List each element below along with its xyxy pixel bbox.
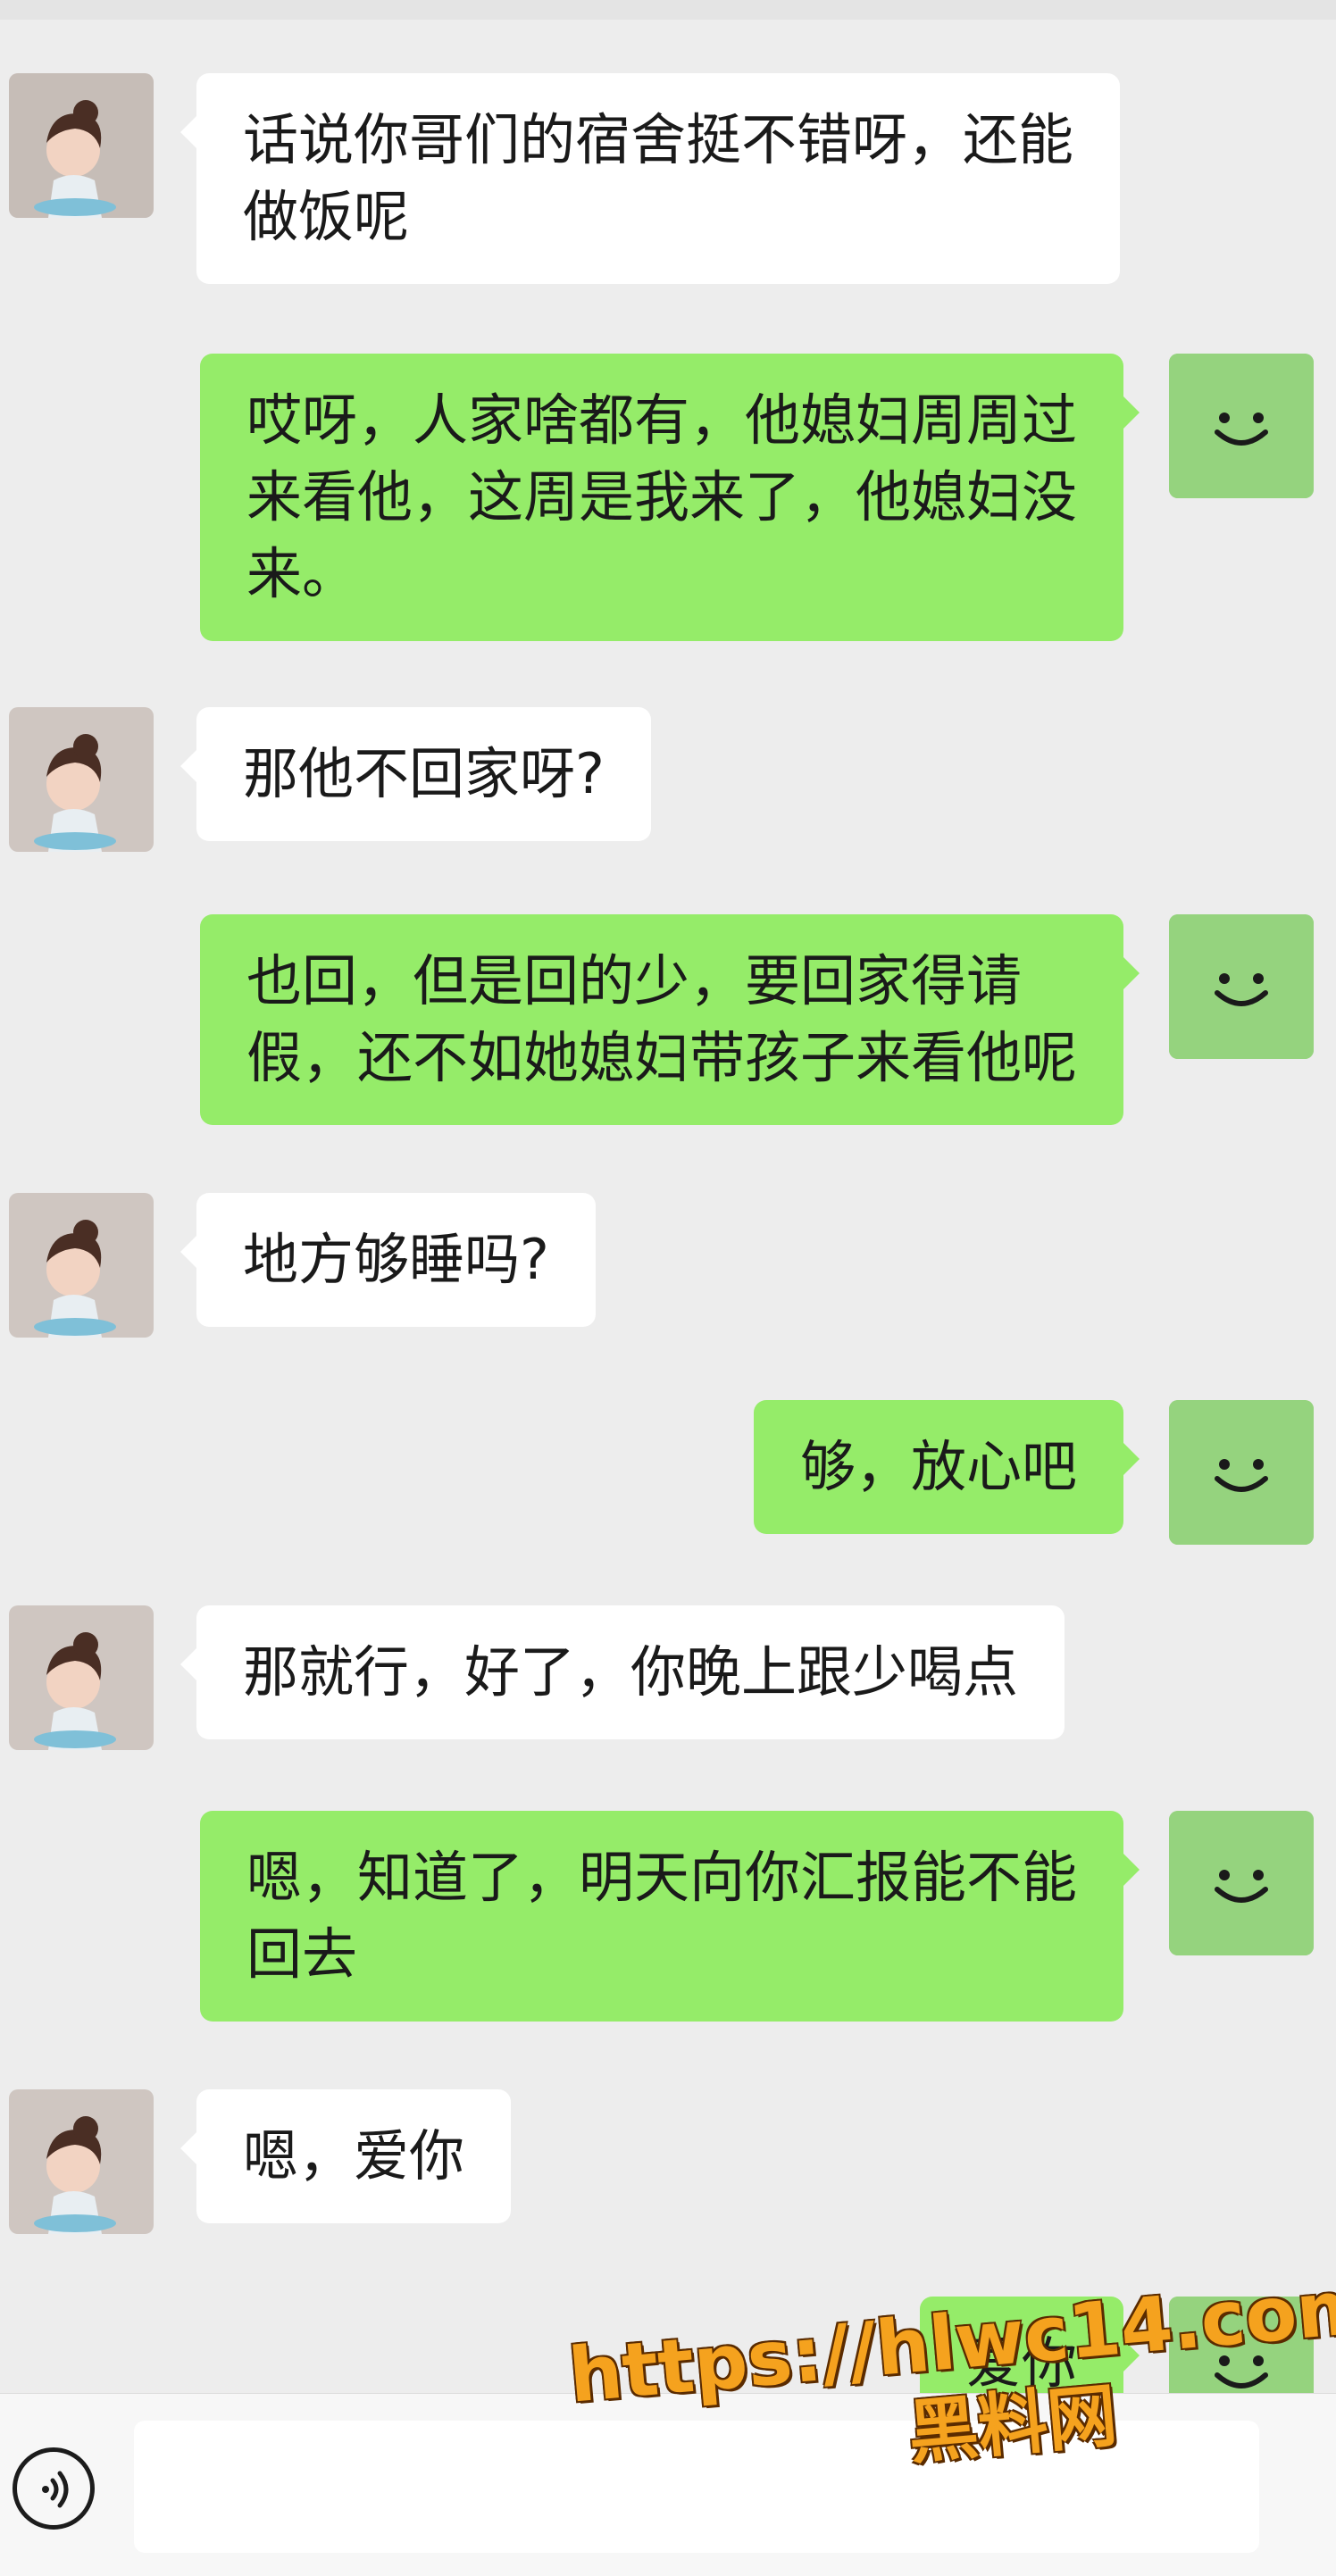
cartoon-girl-avatar-icon	[9, 73, 154, 218]
message-bubble[interactable]: 嗯，知道了，明天向你汇报能不能 回去	[199, 1811, 1140, 2022]
cartoon-girl-avatar-icon	[9, 1605, 154, 1750]
my-avatar[interactable]	[1169, 1400, 1314, 1545]
contact-avatar[interactable]	[9, 707, 154, 852]
smiley-face-icon	[1169, 1400, 1314, 1545]
contact-avatar[interactable]	[9, 1605, 154, 1750]
message-bubble[interactable]: 也回，但是回的少，要回家得请 假，还不如她媳妇带孩子来看他呢	[199, 914, 1140, 1125]
smiley-face-icon	[1169, 914, 1314, 1059]
smiley-face-icon	[1169, 354, 1314, 498]
contact-avatar[interactable]	[9, 2089, 154, 2234]
my-avatar[interactable]	[1169, 354, 1314, 498]
cartoon-girl-avatar-icon	[9, 1193, 154, 1338]
message-bubble[interactable]: 够，放心吧	[753, 1400, 1140, 1534]
message-bubble[interactable]: 哎呀，人家啥都有，他媳妇周周过 来看他，这周是我来了，他媳妇没 来。	[199, 354, 1140, 641]
message-bubble[interactable]: 那就行，好了，你晚上跟少喝点	[180, 1605, 1065, 1739]
smiley-face-icon	[1169, 1811, 1314, 1955]
my-avatar[interactable]	[1169, 914, 1314, 1059]
voice-icon[interactable]	[13, 2447, 95, 2530]
message-bubble[interactable]: 那他不回家呀?	[180, 707, 651, 841]
cartoon-girl-avatar-icon	[9, 707, 154, 852]
voice-wave-icon	[42, 2471, 69, 2508]
message-bubble[interactable]: 嗯，爱你	[180, 2089, 512, 2223]
message-bubble[interactable]: 地方够睡吗?	[180, 1193, 596, 1327]
contact-avatar[interactable]	[9, 73, 154, 218]
message-bubble[interactable]: 话说你哥们的宿舍挺不错呀，还能 做饭呢	[180, 73, 1121, 284]
chat-message-list[interactable]: 话说你哥们的宿舍挺不错呀，还能 做饭呢 哎呀，人家啥都有，他媳妇周周过 来看他，…	[0, 0, 1336, 2441]
contact-avatar[interactable]	[9, 1193, 154, 1338]
cartoon-girl-avatar-icon	[9, 2089, 154, 2234]
my-avatar[interactable]	[1169, 1811, 1314, 1955]
